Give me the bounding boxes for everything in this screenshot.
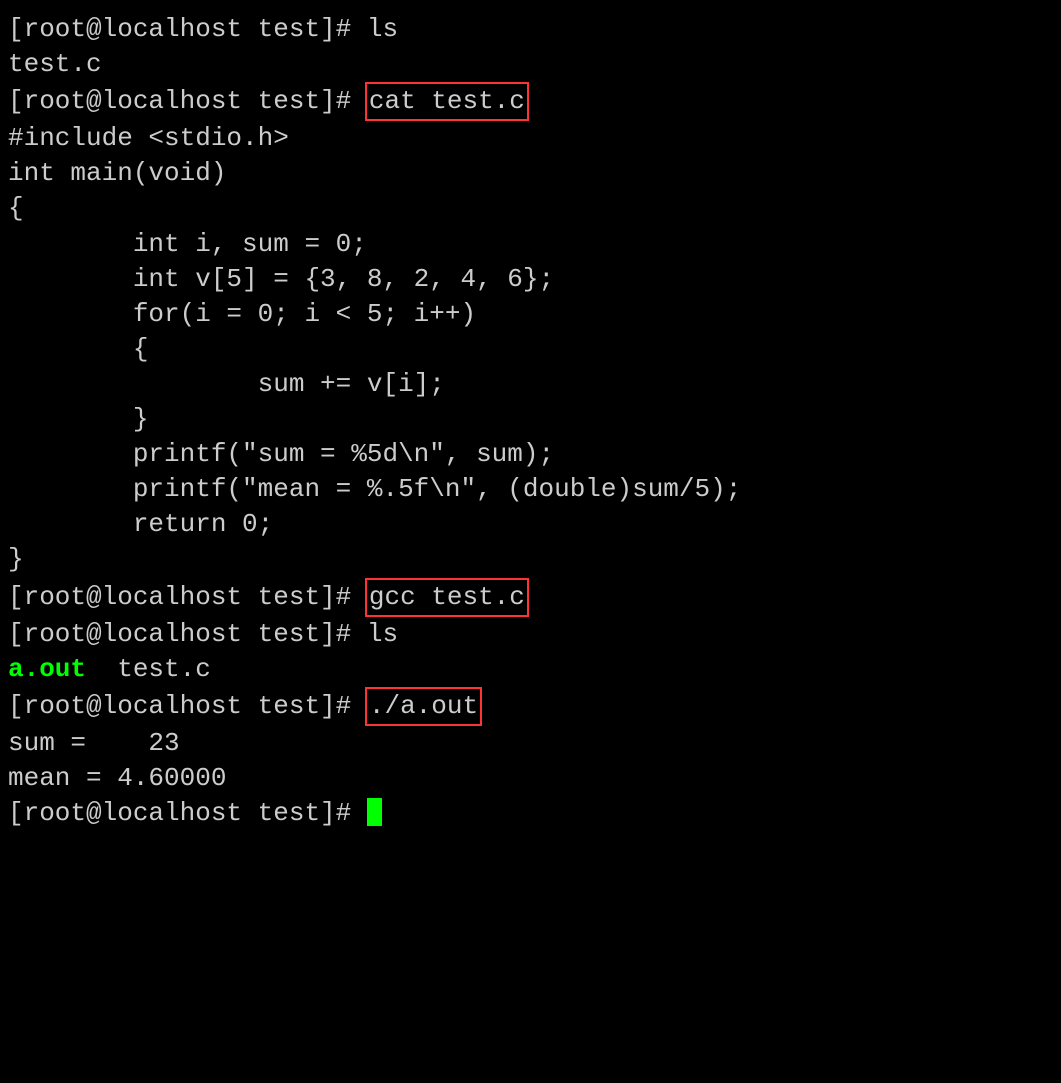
cmd-ls: ls <box>367 14 398 44</box>
prompt-line-run: [root@localhost test]# ./a.out <box>8 687 1053 726</box>
cmd-run: ./a.out <box>369 691 478 721</box>
cmd-gcc-highlight: gcc test.c <box>365 578 529 617</box>
src-line: int v[5] = {3, 8, 2, 4, 6}; <box>8 262 1053 297</box>
prompt: [root@localhost test]# <box>8 582 367 612</box>
ls2-output: a.out test.c <box>8 652 1053 687</box>
src-line: printf("sum = %5d\n", sum); <box>8 437 1053 472</box>
src-line: return 0; <box>8 507 1053 542</box>
prompt: [root@localhost test]# <box>8 86 367 116</box>
prompt: [root@localhost test]# <box>8 619 367 649</box>
run-output-mean: mean = 4.60000 <box>8 761 1053 796</box>
src-line: sum += v[i]; <box>8 367 1053 402</box>
prompt: [root@localhost test]# <box>8 14 367 44</box>
prompt-line-ls1: [root@localhost test]# ls <box>8 12 1053 47</box>
terminal[interactable]: [root@localhost test]# ls test.c [root@l… <box>8 12 1053 831</box>
cmd-ls2: ls <box>367 619 398 649</box>
run-output-sum: sum = 23 <box>8 726 1053 761</box>
src-line: #include <stdio.h> <box>8 121 1053 156</box>
src-line: for(i = 0; i < 5; i++) <box>8 297 1053 332</box>
prompt-line-cat: [root@localhost test]# cat test.c <box>8 82 1053 121</box>
ls2-aout: a.out <box>8 654 86 684</box>
cmd-cat-highlight: cat test.c <box>365 82 529 121</box>
prompt-line-ls2: [root@localhost test]# ls <box>8 617 1053 652</box>
prompt: [root@localhost test]# <box>8 691 367 721</box>
src-line: } <box>8 402 1053 437</box>
prompt: [root@localhost test]# <box>8 798 367 828</box>
src-line: { <box>8 332 1053 367</box>
cursor <box>367 798 382 826</box>
src-line: { <box>8 191 1053 226</box>
src-line: int main(void) <box>8 156 1053 191</box>
cmd-gcc: gcc test.c <box>369 582 525 612</box>
prompt-line-current[interactable]: [root@localhost test]# <box>8 796 1053 831</box>
ls1-output: test.c <box>8 47 1053 82</box>
src-line: printf("mean = %.5f\n", (double)sum/5); <box>8 472 1053 507</box>
src-line: int i, sum = 0; <box>8 227 1053 262</box>
cmd-cat: cat test.c <box>369 86 525 116</box>
ls2-rest: test.c <box>86 654 211 684</box>
cmd-run-highlight: ./a.out <box>365 687 482 726</box>
prompt-line-gcc: [root@localhost test]# gcc test.c <box>8 578 1053 617</box>
src-line: } <box>8 542 1053 577</box>
